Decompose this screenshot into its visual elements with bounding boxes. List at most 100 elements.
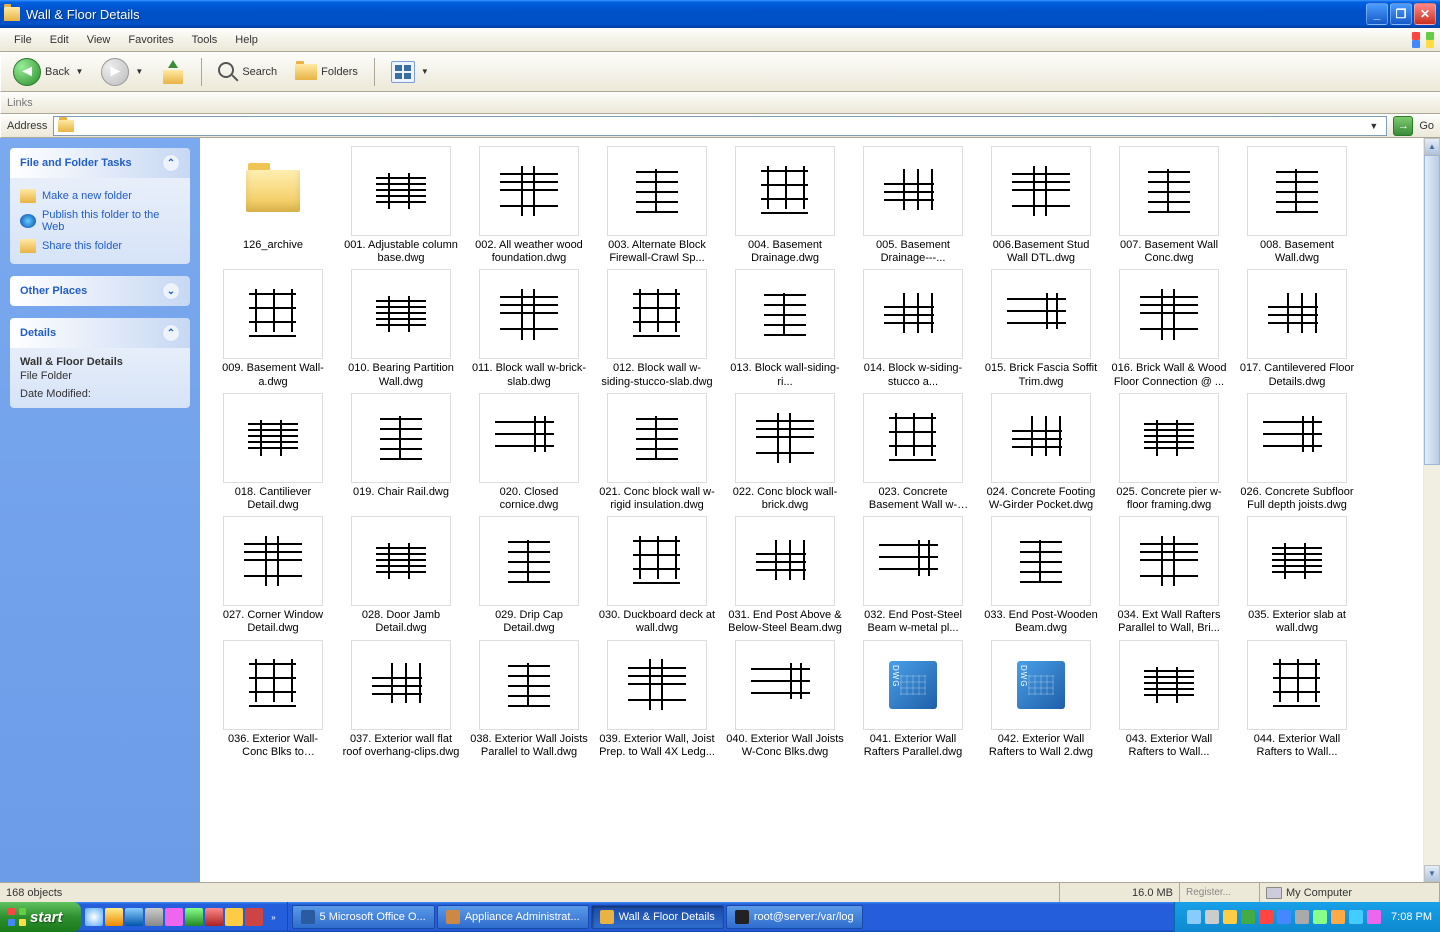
minimize-button[interactable]: _: [1366, 3, 1388, 25]
scroll-up-button[interactable]: ▲: [1424, 138, 1440, 155]
file-item[interactable]: 033. End Post-Wooden Beam.dwg: [980, 516, 1102, 635]
tray-icon[interactable]: [1349, 910, 1363, 924]
ql-ie-icon[interactable]: [85, 908, 103, 926]
menu-view[interactable]: View: [79, 31, 119, 49]
taskbar-button[interactable]: Wall & Floor Details: [591, 905, 724, 929]
file-item[interactable]: 031. End Post Above & Below-Steel Beam.d…: [724, 516, 846, 635]
tray-icon[interactable]: [1205, 910, 1219, 924]
tray-icon[interactable]: [1313, 910, 1327, 924]
ql-outlook-icon[interactable]: [105, 908, 123, 926]
forward-button[interactable]: ► ▼: [95, 56, 149, 88]
file-item[interactable]: 042. Exterior Wall Rafters to Wall 2.dwg: [980, 640, 1102, 759]
menu-favorites[interactable]: Favorites: [120, 31, 181, 49]
go-button[interactable]: →: [1393, 116, 1413, 136]
file-item[interactable]: 032. End Post-Steel Beam w-metal pl...: [852, 516, 974, 635]
views-dropdown-icon[interactable]: ▼: [421, 67, 429, 76]
ql-app2-icon[interactable]: [185, 908, 203, 926]
tray-icon[interactable]: [1259, 910, 1273, 924]
ql-desktop-icon[interactable]: [145, 908, 163, 926]
scroll-thumb[interactable]: [1424, 155, 1440, 465]
status-register[interactable]: Register...: [1186, 887, 1231, 898]
file-item[interactable]: 011. Block wall w-brick-slab.dwg: [468, 269, 590, 388]
back-dropdown-icon[interactable]: ▼: [75, 67, 83, 76]
file-item[interactable]: 039. Exterior Wall, Joist Prep. to Wall …: [596, 640, 718, 759]
scroll-down-button[interactable]: ▼: [1424, 865, 1440, 882]
menu-edit[interactable]: Edit: [42, 31, 77, 49]
file-item[interactable]: 010. Bearing Partition Wall.dwg: [340, 269, 462, 388]
tray-icon[interactable]: [1241, 910, 1255, 924]
file-item[interactable]: 006.Basement Stud Wall DTL.dwg: [980, 146, 1102, 265]
tray-icon[interactable]: [1277, 910, 1291, 924]
maximize-button[interactable]: ❐: [1390, 3, 1412, 25]
links-label[interactable]: Links: [7, 97, 33, 109]
ql-app4-icon[interactable]: [225, 908, 243, 926]
taskbar-button[interactable]: 5 Microsoft Office O...: [292, 905, 435, 929]
file-pane[interactable]: 126_archive001. Adjustable column base.d…: [200, 138, 1440, 882]
collapse-icon[interactable]: ⌃: [162, 154, 180, 172]
ql-media-icon[interactable]: [125, 908, 143, 926]
close-button[interactable]: ✕: [1414, 3, 1436, 25]
file-item[interactable]: 005. Basement Drainage---...: [852, 146, 974, 265]
file-item[interactable]: 023. Concrete Basement Wall w-slab.dwg: [852, 393, 974, 512]
start-button[interactable]: start: [0, 902, 81, 932]
sidebar-task[interactable]: Make a new folder: [20, 186, 180, 206]
menu-file[interactable]: File: [6, 31, 40, 49]
file-item[interactable]: 126_archive: [212, 146, 334, 265]
file-item[interactable]: 029. Drip Cap Detail.dwg: [468, 516, 590, 635]
tray-icon[interactable]: [1187, 910, 1201, 924]
tray-icon[interactable]: [1367, 910, 1381, 924]
ql-app3-icon[interactable]: [205, 908, 223, 926]
file-item[interactable]: 004. Basement Drainage.dwg: [724, 146, 846, 265]
menu-help[interactable]: Help: [227, 31, 266, 49]
file-item[interactable]: 021. Conc block wall w-rigid insulation.…: [596, 393, 718, 512]
vertical-scrollbar[interactable]: ▲ ▼: [1423, 138, 1440, 882]
panel-header[interactable]: File and Folder Tasks ⌃: [10, 148, 190, 178]
file-item[interactable]: 025. Concrete pier w-floor framing.dwg: [1108, 393, 1230, 512]
taskbar-button[interactable]: root@server:/var/log: [726, 905, 863, 929]
tray-icon[interactable]: [1331, 910, 1345, 924]
file-item[interactable]: 041. Exterior Wall Rafters Parallel.dwg: [852, 640, 974, 759]
file-item[interactable]: 016. Brick Wall & Wood Floor Connection …: [1108, 269, 1230, 388]
sidebar-task[interactable]: Publish this folder to the Web: [20, 206, 180, 236]
clock[interactable]: 7:08 PM: [1391, 911, 1432, 923]
file-item[interactable]: 018. Cantiliever Detail.dwg: [212, 393, 334, 512]
back-button[interactable]: ◄ Back ▼: [7, 56, 89, 88]
panel-header[interactable]: Details ⌃: [10, 318, 190, 348]
file-item[interactable]: 019. Chair Rail.dwg: [340, 393, 462, 512]
tray-icon[interactable]: [1295, 910, 1309, 924]
file-item[interactable]: 034. Ext Wall Rafters Parallel to Wall, …: [1108, 516, 1230, 635]
file-item[interactable]: 012. Block wall w-siding-stucco-slab.dwg: [596, 269, 718, 388]
taskbar-button[interactable]: Appliance Administrat...: [437, 905, 589, 929]
file-item[interactable]: 027. Corner Window Detail.dwg: [212, 516, 334, 635]
file-item[interactable]: 028. Door Jamb Detail.dwg: [340, 516, 462, 635]
menu-tools[interactable]: Tools: [184, 31, 226, 49]
file-item[interactable]: 040. Exterior Wall Joists W-Conc Blks.dw…: [724, 640, 846, 759]
file-item[interactable]: 037. Exterior wall flat roof overhang-cl…: [340, 640, 462, 759]
ql-app5-icon[interactable]: [245, 908, 263, 926]
forward-dropdown-icon[interactable]: ▼: [135, 67, 143, 76]
up-button[interactable]: [155, 58, 191, 86]
panel-header[interactable]: Other Places ⌄: [10, 276, 190, 306]
file-item[interactable]: 008. Basement Wall.dwg: [1236, 146, 1358, 265]
ql-expand-icon[interactable]: »: [265, 908, 283, 926]
file-item[interactable]: 030. Duckboard deck at wall.dwg: [596, 516, 718, 635]
ql-app1-icon[interactable]: [165, 908, 183, 926]
file-item[interactable]: 014. Block w-siding-stucco a...: [852, 269, 974, 388]
collapse-icon[interactable]: ⌃: [162, 324, 180, 342]
address-input[interactable]: ▼: [53, 116, 1387, 136]
file-item[interactable]: 015. Brick Fascia Soffit Trim.dwg: [980, 269, 1102, 388]
file-item[interactable]: 044. Exterior Wall Rafters to Wall...: [1236, 640, 1358, 759]
file-item[interactable]: 035. Exterior slab at wall.dwg: [1236, 516, 1358, 635]
file-item[interactable]: 013. Block wall-siding-ri...: [724, 269, 846, 388]
file-item[interactable]: 022. Conc block wall-brick.dwg: [724, 393, 846, 512]
file-item[interactable]: 020. Closed cornice.dwg: [468, 393, 590, 512]
file-item[interactable]: 003. Alternate Block Firewall-Crawl Sp..…: [596, 146, 718, 265]
expand-icon[interactable]: ⌄: [162, 282, 180, 300]
file-item[interactable]: 026. Concrete Subfloor Full depth joists…: [1236, 393, 1358, 512]
file-item[interactable]: 024. Concrete Footing W-Girder Pocket.dw…: [980, 393, 1102, 512]
tray-icon[interactable]: [1223, 910, 1237, 924]
sidebar-task[interactable]: Share this folder: [20, 236, 180, 256]
views-button[interactable]: ▼: [385, 59, 435, 85]
file-item[interactable]: 007. Basement Wall Conc.dwg: [1108, 146, 1230, 265]
file-item[interactable]: 043. Exterior Wall Rafters to Wall...: [1108, 640, 1230, 759]
